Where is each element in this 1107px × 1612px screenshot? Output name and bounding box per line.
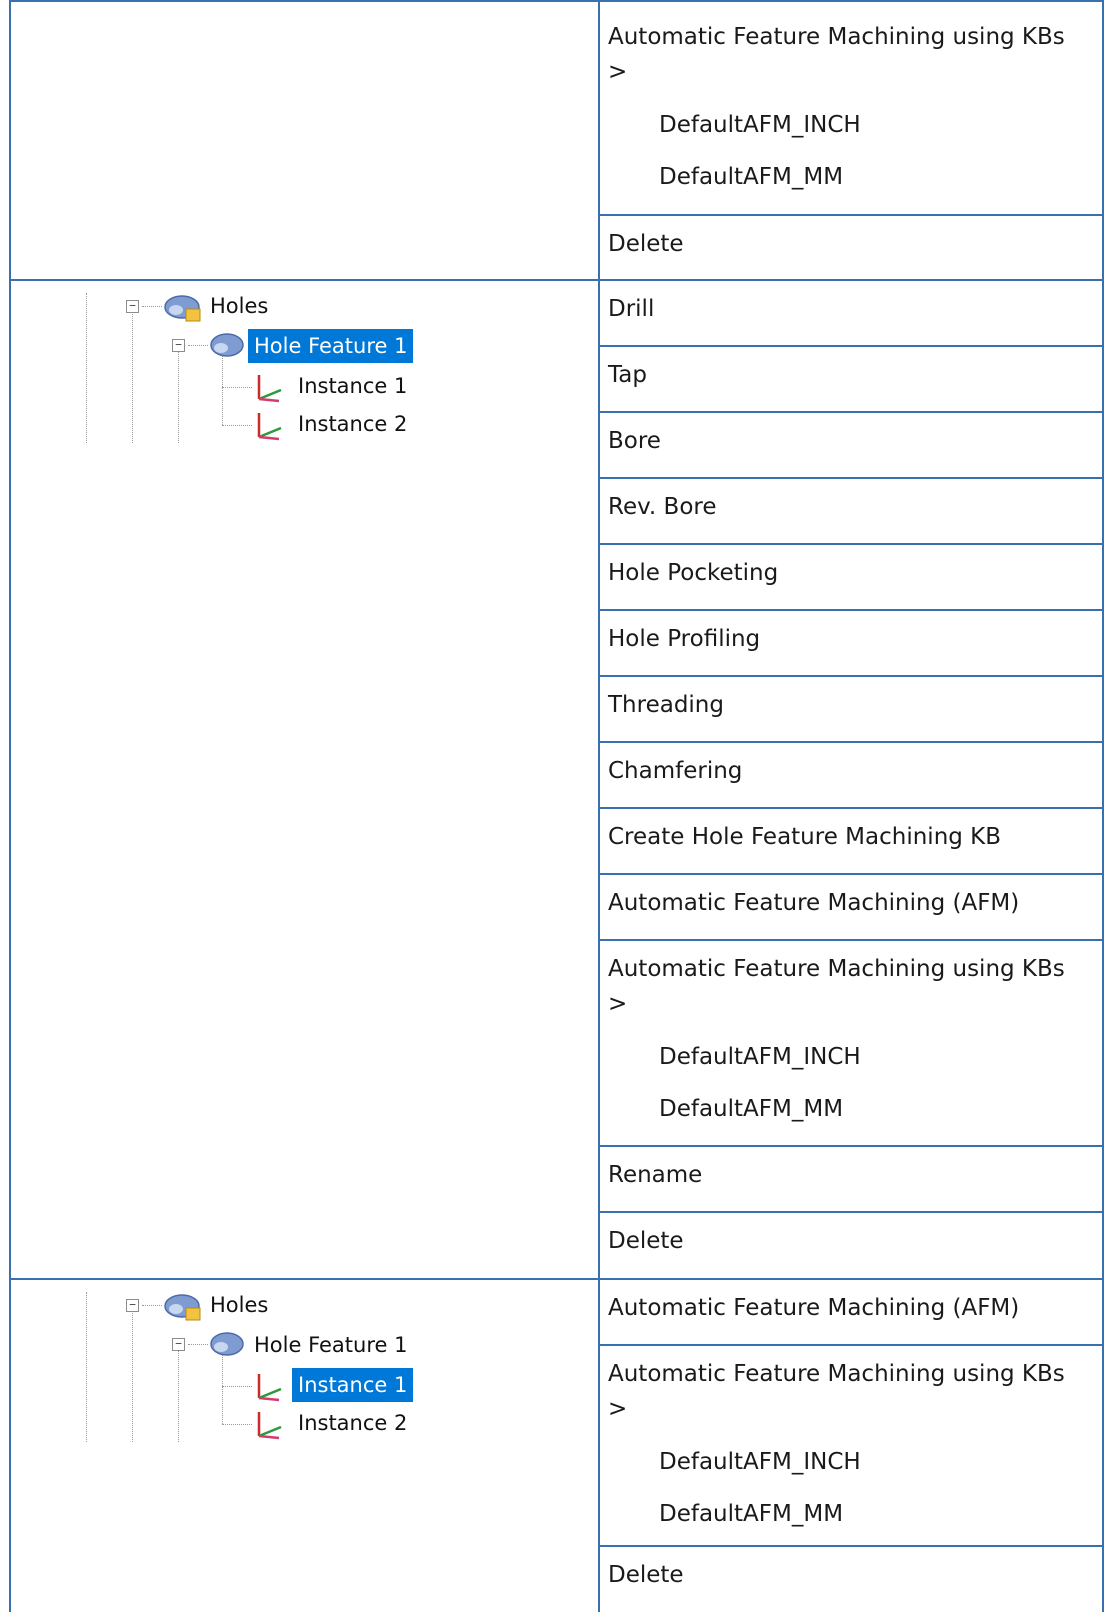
axis-icon	[257, 1374, 282, 1402]
menu-item-label: Create Hole Feature Machining KB	[608, 824, 1002, 850]
submenu-arrow: >	[608, 59, 628, 85]
menu-item-drill[interactable]: Drill	[600, 281, 1102, 347]
menu-item-afm[interactable]: Automatic Feature Machining (AFM)	[600, 875, 1102, 941]
menu-item-afm-kbs[interactable]: Automatic Feature Machining using KBs > …	[600, 1346, 1102, 1547]
menu-item-hole-profiling[interactable]: Hole Profiling	[600, 611, 1102, 677]
menu-item-label: Hole Pocketing	[608, 560, 779, 586]
menu-item-label: Chamfering	[608, 758, 743, 784]
menu-item-afm-kbs[interactable]: Automatic Feature Machining using KBs > …	[600, 2, 1102, 216]
axis-icon	[257, 375, 282, 403]
tree-cell: − Holes − Hole Feature 1 Instance 1 Inst…	[9, 281, 600, 1280]
submenu-item-inch[interactable]: DefaultAFM_INCH	[659, 108, 861, 143]
table-row-3: − Holes − Hole Feature 1 Instance 1 Inst…	[9, 1278, 1104, 1612]
menu-item-create-hole-kb[interactable]: Create Hole Feature Machining KB	[600, 809, 1102, 875]
menu-item-chamfering[interactable]: Chamfering	[600, 743, 1102, 809]
tree-node-instance-2[interactable]: Instance 2	[292, 1408, 413, 1438]
menu-item-hole-pocketing[interactable]: Hole Pocketing	[600, 545, 1102, 611]
menu-item-label: Automatic Feature Machining using KBs	[608, 24, 1065, 50]
tree-cell: − Holes − Hole Feature 1 Instance 1 Inst…	[9, 1280, 600, 1612]
menu-item-delete[interactable]: Delete	[600, 216, 1102, 279]
hole-feature-icon	[210, 333, 244, 357]
submenu-item-mm[interactable]: DefaultAFM_MM	[659, 1497, 843, 1532]
menu-item-label: Delete	[608, 231, 684, 257]
menu-item-delete[interactable]: Delete	[600, 1547, 1102, 1612]
menu-item-label: Automatic Feature Machining (AFM)	[608, 1295, 1020, 1321]
menu-item-label: Automatic Feature Machining using KBs	[608, 956, 1065, 982]
axis-icon	[257, 413, 282, 441]
menu-item-label: Hole Profiling	[608, 626, 761, 652]
holes-folder-icon	[164, 295, 201, 322]
submenu-arrow: >	[608, 1396, 628, 1422]
menu-item-label: Automatic Feature Machining using KBs	[608, 1361, 1065, 1387]
tree-node-instance-2[interactable]: Instance 2	[292, 409, 413, 439]
menu-item-rename[interactable]: Rename	[600, 1147, 1102, 1213]
collapse-holes-icon[interactable]: −	[126, 300, 139, 313]
collapse-feature-icon[interactable]: −	[172, 1338, 185, 1351]
menu-item-label: Threading	[608, 692, 724, 718]
submenu-item-inch[interactable]: DefaultAFM_INCH	[659, 1040, 861, 1075]
tree-node-holes[interactable]: Holes	[204, 1290, 274, 1320]
axis-icon	[257, 1412, 282, 1440]
menu-item-label: Automatic Feature Machining (AFM)	[608, 890, 1020, 916]
collapse-holes-icon[interactable]: −	[126, 1299, 139, 1312]
table-row-2: − Holes − Hole Feature 1 Instance 1 Inst…	[9, 279, 1104, 1280]
table-row-1: Automatic Feature Machining using KBs > …	[9, 0, 1104, 281]
submenu-item-inch[interactable]: DefaultAFM_INCH	[659, 1445, 861, 1480]
submenu-item-mm[interactable]: DefaultAFM_MM	[659, 160, 843, 195]
tree-cell-empty	[9, 2, 600, 281]
feature-tree: − Holes − Hole Feature 1 Instance 1 Inst…	[11, 281, 431, 451]
menu-item-label: Rev. Bore	[608, 494, 717, 520]
hole-feature-icon	[210, 1332, 244, 1356]
menu-cell: Drill Tap Bore Rev. Bore Hole Pocketing …	[600, 281, 1104, 1280]
tree-node-hole-feature-1[interactable]: Hole Feature 1	[248, 329, 414, 363]
menu-item-label: Tap	[608, 362, 647, 388]
tree-node-instance-1[interactable]: Instance 1	[292, 1368, 414, 1402]
menu-item-tap[interactable]: Tap	[600, 347, 1102, 413]
menu-cell: Automatic Feature Machining using KBs > …	[600, 2, 1104, 281]
menu-item-threading[interactable]: Threading	[600, 677, 1102, 743]
submenu-arrow: >	[608, 991, 628, 1017]
menu-item-label: Delete	[608, 1228, 684, 1254]
menu-item-rev-bore[interactable]: Rev. Bore	[600, 479, 1102, 545]
menu-item-label: Rename	[608, 1162, 703, 1188]
menu-item-bore[interactable]: Bore	[600, 413, 1102, 479]
submenu-item-mm[interactable]: DefaultAFM_MM	[659, 1092, 843, 1127]
collapse-feature-icon[interactable]: −	[172, 339, 185, 352]
menu-item-label: Delete	[608, 1562, 684, 1588]
menu-item-label: Bore	[608, 428, 661, 454]
tree-node-holes[interactable]: Holes	[204, 291, 274, 321]
menu-item-afm[interactable]: Automatic Feature Machining (AFM)	[600, 1280, 1102, 1346]
menu-item-label: Drill	[608, 296, 655, 322]
holes-folder-icon	[164, 1294, 201, 1321]
tree-node-hole-feature-1[interactable]: Hole Feature 1	[248, 1330, 413, 1360]
menu-cell: Automatic Feature Machining (AFM) Automa…	[600, 1280, 1104, 1612]
tree-node-instance-1[interactable]: Instance 1	[292, 371, 413, 401]
menu-item-delete[interactable]: Delete	[600, 1213, 1102, 1278]
feature-tree: − Holes − Hole Feature 1 Instance 1 Inst…	[11, 1280, 431, 1450]
menu-item-afm-kbs[interactable]: Automatic Feature Machining using KBs > …	[600, 941, 1102, 1147]
